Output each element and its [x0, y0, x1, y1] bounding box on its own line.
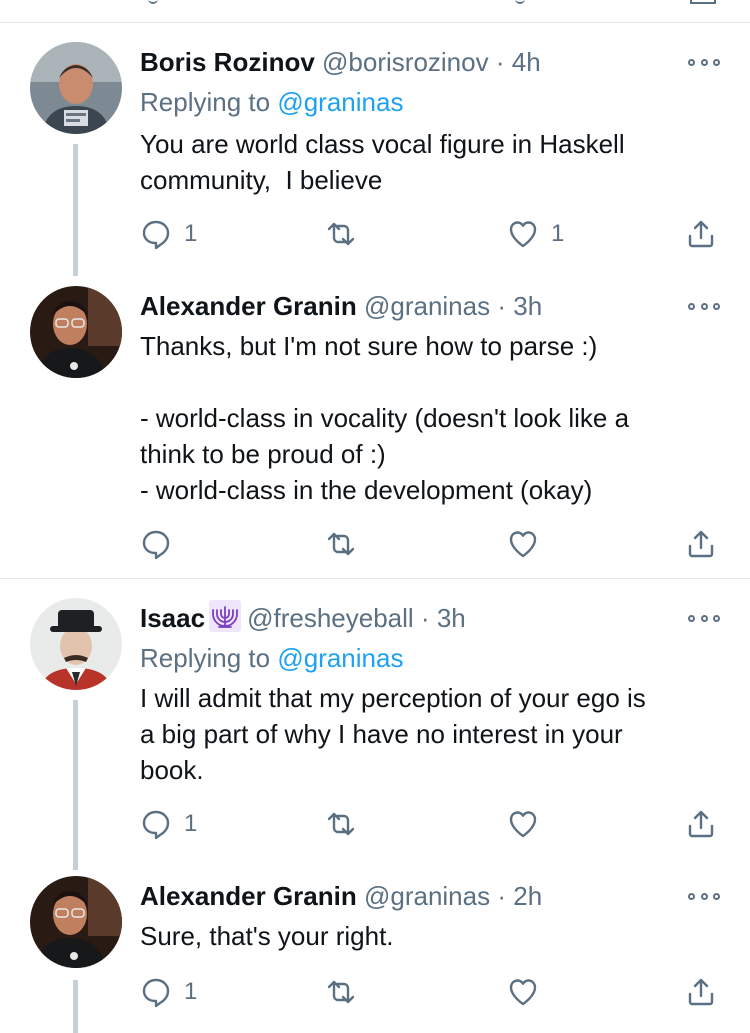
more-options-icon[interactable] [688, 299, 720, 313]
replying-to-label: Replying to [140, 643, 271, 673]
reply-button[interactable]: 1 [140, 972, 197, 1012]
reply-icon [142, 530, 170, 560]
reply-icon [142, 220, 170, 250]
replying-to: Replying to @graninas [140, 82, 403, 122]
display-name[interactable]: Alexander Granin [140, 881, 357, 911]
heart-icon [509, 979, 537, 1006]
timestamp[interactable]: 4h [512, 47, 541, 77]
separator-dot: · [495, 47, 505, 77]
display-name[interactable]: Isaac [140, 603, 205, 633]
retweet-button[interactable] [325, 804, 369, 844]
reply-icon[interactable] [148, 0, 158, 4]
tweet[interactable]: Alexander Granin @graninas · 2h Sure, th… [0, 876, 750, 1033]
tweet-header: Isaac @fresheyeball · 3h [140, 598, 466, 638]
reply-count: 1 [184, 978, 198, 1005]
reply-button[interactable]: 1 [140, 804, 197, 844]
like-button[interactable]: 1 [507, 214, 564, 254]
divider [0, 578, 750, 579]
heart-icon [509, 221, 537, 248]
user-handle[interactable]: @graninas [364, 881, 490, 911]
avatar[interactable] [30, 42, 122, 134]
share-icon[interactable] [690, 0, 716, 4]
retweet-button[interactable] [325, 214, 369, 254]
user-handle[interactable]: @fresheyeball [247, 603, 414, 633]
share-button[interactable] [685, 972, 717, 1012]
reply-count: 1 [184, 810, 198, 837]
more-options-icon[interactable] [688, 55, 720, 69]
tweet[interactable]: Alexander Granin @graninas · 3h Thanks, … [0, 286, 750, 576]
avatar[interactable] [30, 598, 122, 690]
tweet-text: I will admit that my perception of your … [140, 683, 646, 785]
display-name[interactable]: Boris Rozinov [140, 47, 315, 77]
retweet-icon [327, 222, 355, 246]
retweet-button[interactable] [325, 972, 369, 1012]
reply-count: 1 [184, 220, 198, 247]
retweet-icon [327, 532, 355, 556]
tweet-header: Boris Rozinov @borisrozinov · 4h [140, 42, 541, 82]
separator-dot: · [497, 881, 507, 911]
share-button[interactable] [685, 804, 717, 844]
tweet-actions: 1 1 [0, 214, 750, 254]
tweet-actions: 1 [0, 804, 750, 844]
reply-button[interactable]: 1 [140, 214, 197, 254]
user-handle[interactable]: @graninas [364, 291, 490, 321]
like-button[interactable] [507, 524, 551, 564]
replying-to-label: Replying to [140, 87, 271, 117]
share-button[interactable] [685, 524, 717, 564]
tweet-header: Alexander Granin @graninas · 3h [140, 286, 542, 326]
timestamp[interactable]: 2h [513, 881, 542, 911]
more-options-icon[interactable] [688, 889, 720, 903]
avatar[interactable] [30, 876, 122, 968]
retweet-icon [327, 980, 355, 1004]
thread-line [73, 144, 78, 276]
divider [0, 22, 750, 23]
avatar[interactable] [30, 286, 122, 378]
heart-icon [509, 531, 537, 558]
more-options-icon[interactable] [688, 611, 720, 625]
heart-icon [509, 811, 537, 838]
like-count: 1 [551, 220, 565, 247]
thread-line [73, 700, 78, 870]
tweet-text: Sure, that's your right. [140, 921, 394, 951]
tweet[interactable]: Isaac @fresheyeball · 3h Replying to @gr… [0, 598, 750, 870]
user-handle[interactable]: @borisrozinov [322, 47, 489, 77]
menorah-icon [209, 600, 242, 632]
replying-to-handle[interactable]: @graninas [277, 643, 403, 673]
separator-dot: · [497, 291, 507, 321]
retweet-icon [327, 812, 355, 836]
tweet-header: Alexander Granin @graninas · 2h [140, 876, 542, 916]
tweet-text: You are world class vocal figure in Hask… [140, 129, 625, 195]
tweet-text: Thanks, but I'm not sure how to parse :)… [140, 331, 630, 505]
tweet[interactable]: Boris Rozinov @borisrozinov · 4h Replyin… [0, 42, 750, 282]
replying-to: Replying to @graninas [140, 638, 403, 678]
tweet-actions: 1 [0, 972, 750, 1012]
previous-tweet-actions [0, 0, 750, 22]
share-icon [688, 220, 714, 248]
timestamp[interactable]: 3h [437, 603, 466, 633]
share-icon [688, 978, 714, 1006]
share-icon [688, 530, 714, 558]
display-name[interactable]: Alexander Granin [140, 291, 357, 321]
reply-icon [142, 810, 170, 840]
heart-icon[interactable] [515, 0, 525, 4]
retweet-button[interactable] [325, 524, 369, 564]
like-button[interactable] [507, 804, 551, 844]
separator-dot: · [420, 603, 430, 633]
tweet-actions [0, 524, 750, 564]
reply-icon [142, 978, 170, 1008]
share-icon [688, 810, 714, 838]
timestamp[interactable]: 3h [513, 291, 542, 321]
like-button[interactable] [507, 972, 551, 1012]
share-button[interactable] [685, 214, 717, 254]
replying-to-handle[interactable]: @graninas [277, 87, 403, 117]
reply-button[interactable] [140, 524, 184, 564]
